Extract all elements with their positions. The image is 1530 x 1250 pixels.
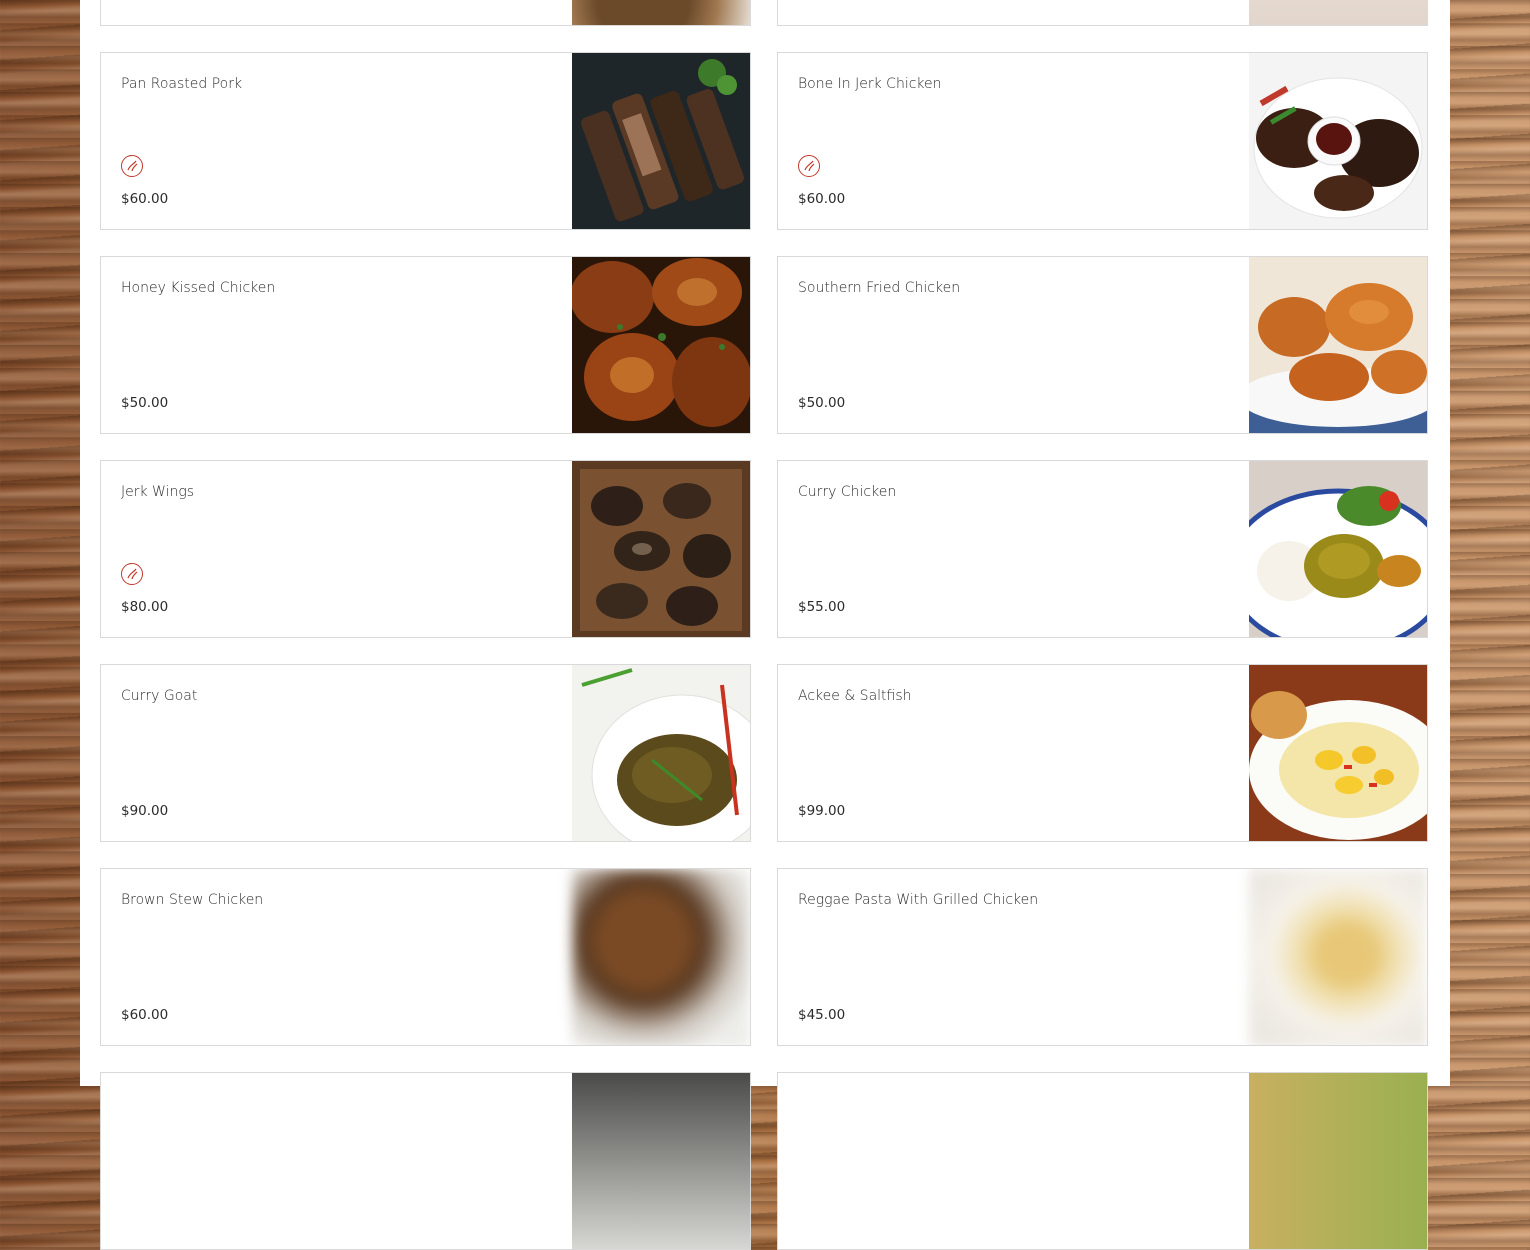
item-name: Curry Chicken (798, 484, 897, 500)
item-price: $60.00 (121, 1007, 169, 1023)
item-name: Curry Goat (121, 688, 198, 704)
menu-item-card[interactable]: Jerk Wings $80.00 (100, 460, 751, 638)
menu-item-card-partial-bottom-right[interactable] (777, 1072, 1428, 1250)
item-price: $45.00 (798, 1007, 846, 1023)
curry-chicken-photo (1249, 461, 1427, 637)
menu-item-card[interactable]: Curry Goat $90.00 (100, 664, 751, 842)
menu-panel: Pan Roasted Pork $60.00 Bone In Jerk Chi… (80, 0, 1450, 1250)
fried-chicken-photo (1249, 257, 1427, 433)
item-price: $99.00 (798, 803, 846, 819)
spicy-pepper-icon (121, 563, 143, 585)
item-name: Jerk Wings (121, 484, 195, 500)
item-photo (572, 0, 750, 25)
menu-item-card[interactable]: Reggae Pasta With Grilled Chicken $45.00 (777, 868, 1428, 1046)
item-price: $60.00 (798, 191, 846, 207)
wings-photo (572, 461, 750, 637)
menu-item-card[interactable]: Southern Fried Chicken $50.00 (777, 256, 1428, 434)
brown-stew-photo (572, 869, 750, 1045)
menu-item-card[interactable]: Pan Roasted Pork $60.00 (100, 52, 751, 230)
ackee-saltfish-photo (1249, 665, 1427, 841)
item-price: $50.00 (798, 395, 846, 411)
item-price: $50.00 (121, 395, 169, 411)
spicy-pepper-icon (121, 155, 143, 177)
spicy-pepper-icon (798, 155, 820, 177)
item-name: Bone In Jerk Chicken (798, 76, 942, 92)
item-price: $80.00 (121, 599, 169, 615)
reggae-pasta-photo (1249, 869, 1427, 1045)
menu-item-card[interactable]: Ackee & Saltfish $99.00 (777, 664, 1428, 842)
item-name: Brown Stew Chicken (121, 892, 264, 908)
menu-item-card-partial-top-right[interactable] (777, 0, 1428, 26)
menu-item-card-partial-bottom-left[interactable] (100, 1072, 751, 1250)
item-price: $90.00 (121, 803, 169, 819)
curry-goat-photo (572, 665, 750, 841)
menu-item-card[interactable]: Curry Chicken $55.00 (777, 460, 1428, 638)
item-photo (1249, 1073, 1427, 1249)
jerk-chicken-photo (1249, 53, 1427, 229)
item-name: Southern Fried Chicken (798, 280, 961, 296)
menu-item-card[interactable]: Honey Kissed Chicken $50.00 (100, 256, 751, 434)
item-price: $55.00 (798, 599, 846, 615)
wood-background-right (1450, 0, 1530, 1086)
ribs-photo (572, 53, 750, 229)
item-name: Reggae Pasta With Grilled Chicken (798, 892, 1039, 908)
item-name: Ackee & Saltfish (798, 688, 912, 704)
menu-item-card[interactable]: Brown Stew Chicken $60.00 (100, 868, 751, 1046)
item-photo (572, 1073, 750, 1249)
menu-item-card-partial-top-left[interactable] (100, 0, 751, 26)
item-photo (1249, 0, 1427, 25)
item-price: $60.00 (121, 191, 169, 207)
menu-item-card[interactable]: Bone In Jerk Chicken $60.00 (777, 52, 1428, 230)
item-name: Pan Roasted Pork (121, 76, 243, 92)
honey-chicken-photo (572, 257, 750, 433)
item-name: Honey Kissed Chicken (121, 280, 276, 296)
wood-background-left (0, 0, 80, 1086)
